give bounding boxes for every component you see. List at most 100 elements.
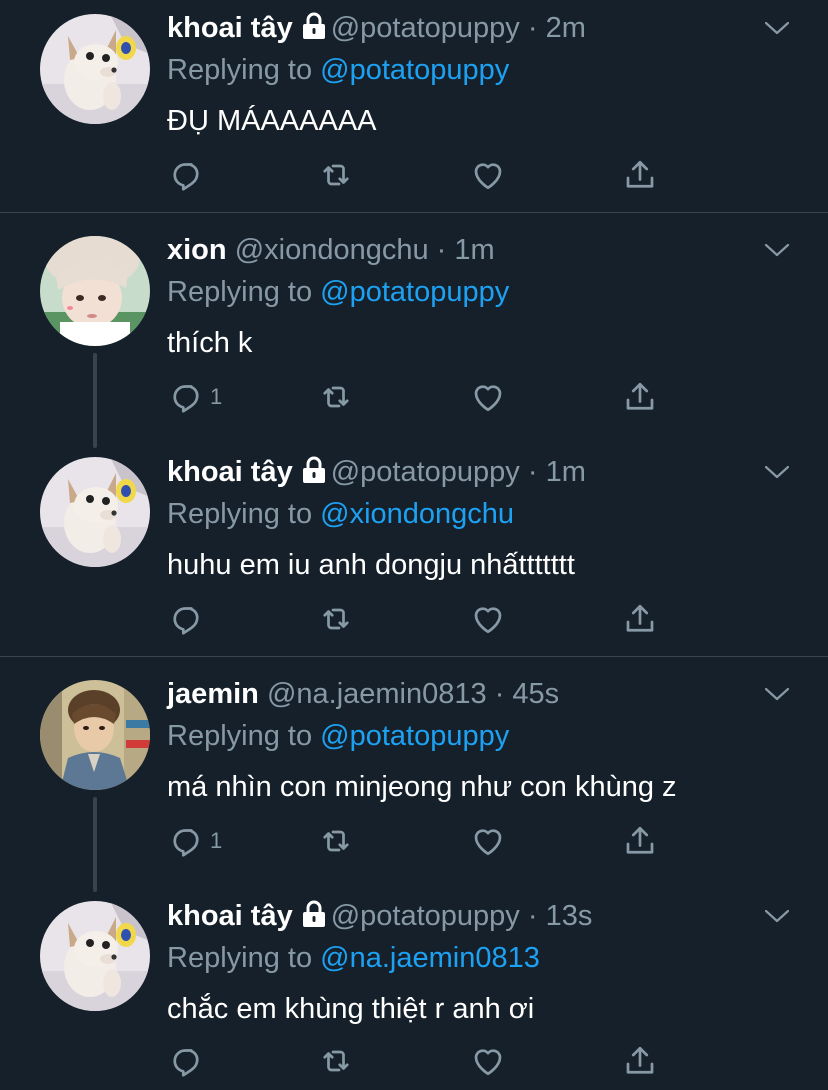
retweet-button[interactable] [318,601,354,637]
tweet-text: huhu em iu anh dongju nhấttttttt [167,549,575,581]
chevron-down-icon[interactable] [762,460,792,484]
tweet-actions [168,1043,668,1083]
replying-to: Replying to @xiondongchu [167,494,514,534]
lock-icon [301,899,327,939]
handle[interactable]: @na.jaemin0813 [267,678,487,710]
tweet-actions: 1 [168,379,668,419]
chevron-down-icon[interactable] [762,238,792,262]
tweet[interactable]: khoai tây @potatopuppy · 2m Replying to @… [0,0,828,212]
display-name[interactable]: khoai tây [167,900,293,932]
reply-icon [168,1043,204,1079]
display-name[interactable]: khoai tây [167,12,293,44]
tweet-actions: 1 [168,823,668,863]
like-button[interactable] [470,601,506,637]
timestamp[interactable]: 13s [546,900,593,932]
share-button[interactable] [622,823,658,859]
tweet[interactable]: khoai tây @potatopuppy · 1m Replying to @… [0,435,828,655]
display-name[interactable]: khoai tây [167,456,293,488]
share-icon [622,157,658,193]
replying-prefix: Replying to [167,720,313,752]
replying-to: Replying to @na.jaemin0813 [167,938,540,978]
display-name[interactable]: jaemin [167,678,259,710]
tweet[interactable]: khoai tây @potatopuppy · 13s Replying to … [0,879,828,1090]
chevron-down-icon[interactable] [762,16,792,40]
retweet-button[interactable] [318,823,354,859]
tweet-text: ĐỤ MÁAAAAAA [167,105,377,137]
handle[interactable]: @xiondongchu [235,234,429,266]
tweet-text: má nhìn con minjeong như con khùng z [167,771,677,803]
handle[interactable]: @potatopuppy [331,12,520,44]
reply-button[interactable] [168,601,210,637]
tweet[interactable]: jaemin @na.jaemin0813 · 45s Replying to … [0,657,828,879]
reply-button[interactable] [168,157,210,193]
tweet-header: khoai tây @potatopuppy · 1m [167,452,586,492]
tweet-header: xion @xiondongchu · 1m [167,230,495,270]
handle[interactable]: @potatopuppy [331,900,520,932]
reply-button[interactable] [168,1043,210,1079]
like-button[interactable] [470,379,506,415]
tweet[interactable]: xion @xiondongchu · 1m Replying to @pota… [0,213,828,435]
share-button[interactable] [622,601,658,637]
retweet-button[interactable] [318,1043,354,1079]
tweet-header: khoai tây @potatopuppy · 13s [167,896,592,936]
avatar[interactable] [40,680,150,790]
mention-link[interactable]: @na.jaemin0813 [320,942,540,974]
mention-link[interactable]: @potatopuppy [320,54,509,86]
separator-dot: · [486,678,513,710]
retweet-button[interactable] [318,379,354,415]
replying-prefix: Replying to [167,54,313,86]
share-button[interactable] [622,1043,658,1079]
mention-link[interactable]: @potatopuppy [320,276,509,308]
tweet-header: khoai tây @potatopuppy · 2m [167,8,586,48]
heart-icon [470,601,506,637]
retweet-icon [318,157,354,193]
replying-prefix: Replying to [167,498,313,530]
chevron-down-icon[interactable] [762,682,792,706]
reply-button[interactable]: 1 [168,379,222,415]
share-icon [622,1043,658,1079]
retweet-button[interactable] [318,157,354,193]
like-button[interactable] [470,157,506,193]
replying-to: Replying to @potatopuppy [167,272,509,312]
avatar[interactable] [40,901,150,1011]
tweet-text: chắc em khùng thiệt r anh ơi [167,993,535,1025]
tweet-header: jaemin @na.jaemin0813 · 45s [167,674,559,714]
share-button[interactable] [622,157,658,193]
retweet-icon [318,601,354,637]
separator-dot: · [428,234,455,266]
share-icon [622,601,658,637]
tweet-actions [168,601,668,641]
replying-prefix: Replying to [167,942,313,974]
retweet-icon [318,823,354,859]
mention-link[interactable]: @xiondongchu [320,498,514,530]
reply-button[interactable]: 1 [168,823,222,859]
separator-dot: · [519,456,546,488]
timestamp[interactable]: 45s [512,678,559,710]
avatar[interactable] [40,457,150,567]
avatar[interactable] [40,14,150,124]
timestamp[interactable]: 1m [546,456,586,488]
retweet-icon [318,379,354,415]
handle[interactable]: @potatopuppy [331,456,520,488]
lock-icon [301,455,327,495]
replying-prefix: Replying to [167,276,313,308]
share-icon [622,379,658,415]
reply-icon [168,157,204,193]
heart-icon [470,823,506,859]
lock-icon [301,11,327,51]
like-button[interactable] [470,1043,506,1079]
avatar[interactable] [40,236,150,346]
display-name[interactable]: xion [167,234,227,266]
reply-icon [168,601,204,637]
replying-to: Replying to @potatopuppy [167,716,509,756]
retweet-icon [318,1043,354,1079]
separator-dot: · [519,12,546,44]
heart-icon [470,379,506,415]
timestamp[interactable]: 2m [546,12,586,44]
share-button[interactable] [622,379,658,415]
timestamp[interactable]: 1m [454,234,494,266]
mention-link[interactable]: @potatopuppy [320,720,509,752]
chevron-down-icon[interactable] [762,904,792,928]
replying-to: Replying to @potatopuppy [167,50,509,90]
like-button[interactable] [470,823,506,859]
